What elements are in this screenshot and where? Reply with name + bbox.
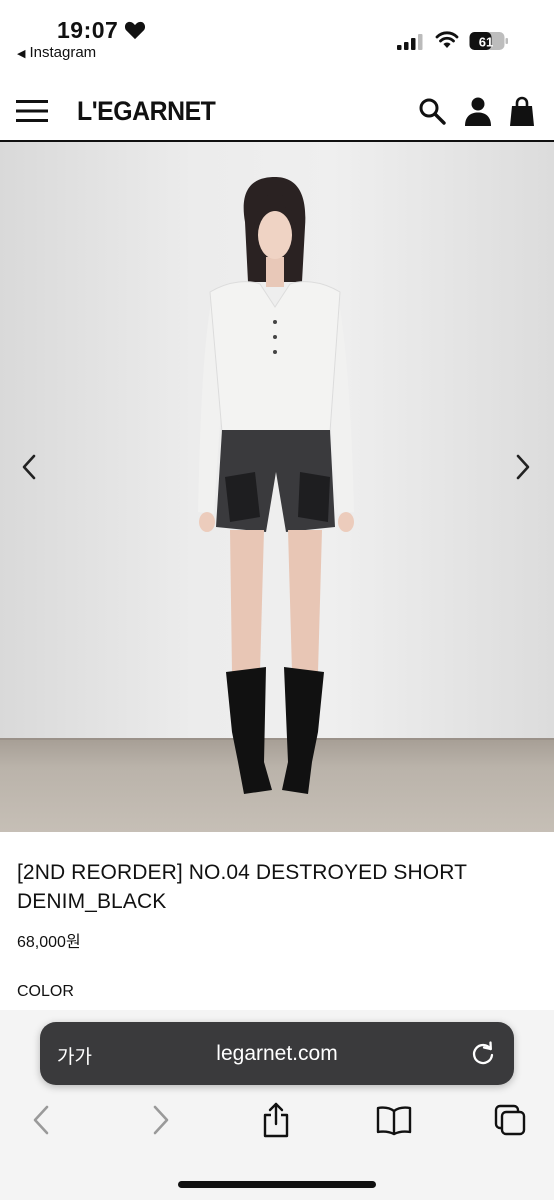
back-to-app-link[interactable]: ◀ Instagram	[17, 44, 96, 61]
back-triangle-icon: ◀	[17, 48, 26, 60]
home-indicator[interactable]	[178, 1181, 376, 1188]
url-text[interactable]: legarnet.com	[40, 1042, 514, 1066]
color-option-label: COLOR	[17, 983, 74, 1000]
back-app-label: Instagram	[29, 44, 97, 61]
chevron-right-icon[interactable]	[512, 450, 534, 484]
cellular-signal-icon	[397, 34, 423, 50]
share-icon[interactable]	[261, 1102, 291, 1138]
site-header: L'EGARNET	[0, 82, 554, 142]
bookmarks-icon[interactable]	[376, 1102, 412, 1138]
forward-icon[interactable]	[150, 1102, 172, 1138]
battery-icon: 61	[469, 32, 508, 50]
back-icon[interactable]	[30, 1102, 52, 1138]
bag-icon[interactable]	[509, 96, 535, 126]
heart-icon	[124, 21, 146, 40]
reload-icon[interactable]	[470, 1041, 496, 1067]
product-image-carousel[interactable]	[0, 142, 554, 832]
address-bar[interactable]: 가가 legarnet.com	[40, 1022, 514, 1085]
status-time: 19:07	[57, 17, 119, 43]
chevron-left-icon[interactable]	[18, 450, 40, 484]
wifi-icon	[435, 31, 459, 48]
menu-icon[interactable]	[16, 99, 48, 123]
product-title: [2ND REORDER] NO.04 DESTROYED SHORT DENI…	[17, 861, 467, 913]
tabs-icon[interactable]	[494, 1102, 528, 1138]
battery-level: 61	[479, 35, 493, 50]
model-photo	[198, 177, 354, 794]
search-icon[interactable]	[418, 97, 446, 125]
brand-logo[interactable]: L'EGARNET	[77, 96, 216, 127]
product-price: 68,000원	[17, 934, 81, 951]
status-bar: 19:07 ◀ Instagram 61	[0, 0, 554, 70]
user-icon[interactable]	[464, 96, 492, 126]
